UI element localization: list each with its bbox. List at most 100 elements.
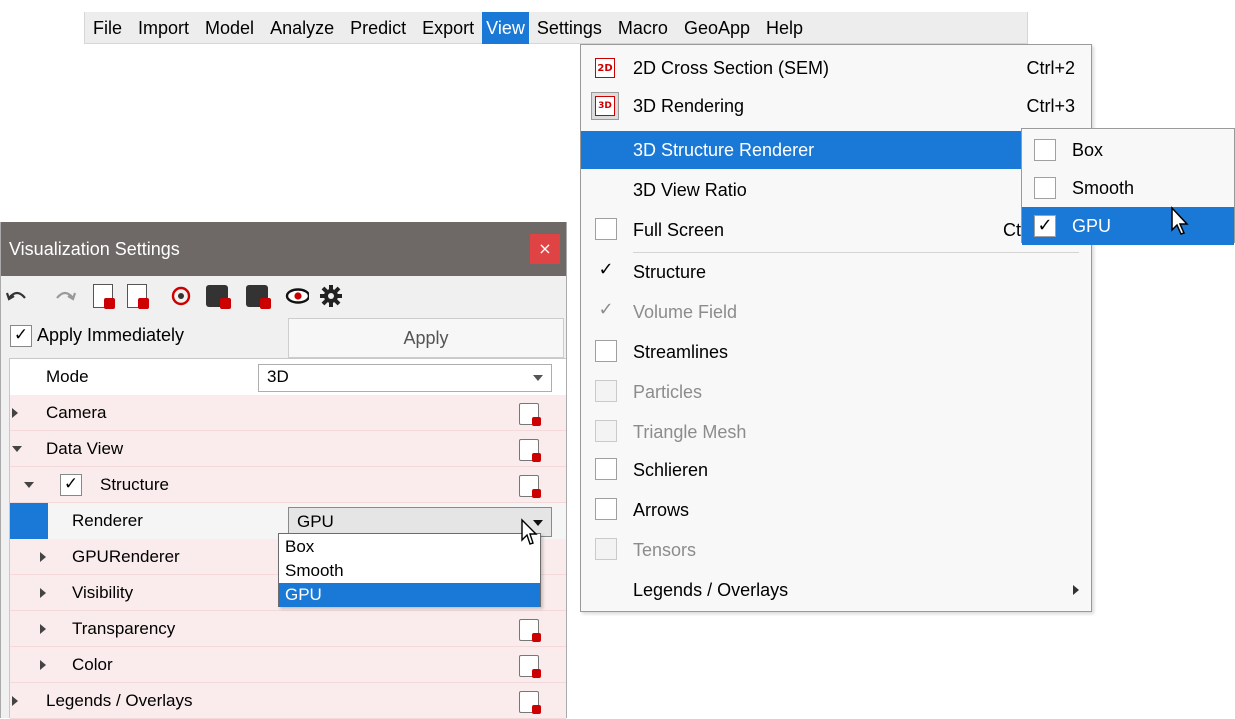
submenu-item-label: Box bbox=[1072, 140, 1104, 160]
submenu-item-label: GPU bbox=[1072, 216, 1112, 236]
particles-checkbox bbox=[595, 380, 617, 402]
expand-arrow-icon[interactable] bbox=[40, 624, 46, 634]
tree-row-data-view[interactable]: Data View bbox=[10, 431, 566, 467]
lock-settings-icon[interactable] bbox=[519, 403, 541, 426]
renderer-option-gpu[interactable]: GPU bbox=[279, 583, 540, 607]
tree-row-mode: Mode 3D bbox=[10, 359, 566, 395]
view-menu-item-arrows[interactable]: Arrows bbox=[581, 491, 1091, 529]
legends-overlays-label: Legends / Overlays bbox=[46, 691, 193, 710]
view-menu-item-triangle-mesh: Triangle Mesh bbox=[581, 413, 1091, 451]
arrows-checkbox[interactable] bbox=[595, 498, 617, 520]
chevron-down-icon bbox=[533, 375, 543, 381]
submenu-item-smooth[interactable]: Smooth bbox=[1022, 169, 1234, 207]
close-button[interactable]: × bbox=[530, 234, 560, 264]
expand-arrow-icon[interactable] bbox=[40, 552, 46, 562]
import-settings-icon[interactable] bbox=[245, 284, 271, 309]
view-menu-item-3d-view-ratio[interactable]: 3D View Ratio bbox=[581, 171, 1091, 209]
view-menu-item-2d-cross-section[interactable]: 2D 2D Cross Section (SEM) Ctrl+2 bbox=[581, 49, 1091, 87]
menu-view[interactable]: View bbox=[482, 11, 529, 44]
expand-arrow-icon[interactable] bbox=[12, 696, 18, 706]
shortcut-label: Ctrl+3 bbox=[1026, 96, 1075, 116]
load-settings-icon[interactable] bbox=[125, 284, 149, 309]
data-view-label: Data View bbox=[46, 439, 124, 458]
renderer-dropdown-list: Box Smooth GPU bbox=[278, 533, 541, 607]
renderer-option-smooth[interactable]: Smooth bbox=[279, 559, 540, 583]
view-menu-item-schlieren[interactable]: Schlieren bbox=[581, 451, 1091, 489]
view-menu-item-label: Streamlines bbox=[633, 342, 729, 362]
menu-model[interactable]: Model bbox=[197, 12, 262, 44]
structure-checkmark[interactable]: ✓ bbox=[595, 260, 617, 282]
2d-cross-section-icon: 2D bbox=[595, 58, 615, 78]
tree-row-color[interactable]: Color bbox=[10, 647, 566, 683]
menu-predict[interactable]: Predict bbox=[342, 12, 414, 44]
tree-row-structure[interactable]: ✓ Structure bbox=[10, 467, 566, 503]
tree-row-transparency[interactable]: Transparency bbox=[10, 611, 566, 647]
collapse-arrow-icon[interactable] bbox=[24, 482, 34, 488]
undo-icon[interactable] bbox=[5, 284, 29, 308]
gpu-checkbox[interactable]: ✓ bbox=[1034, 215, 1056, 237]
view-menu-item-full-screen[interactable]: Full Screen Ct bbox=[581, 211, 1091, 249]
view-menu-item-3d-rendering[interactable]: 3D 3D Rendering Ctrl+3 bbox=[581, 87, 1091, 125]
export-settings-icon[interactable] bbox=[205, 284, 231, 309]
renderer-option-box[interactable]: Box bbox=[279, 535, 540, 559]
menu-import[interactable]: Import bbox=[130, 12, 197, 44]
visibility-label: Visibility bbox=[72, 583, 134, 602]
apply-row: ✓ Apply Immediately Apply bbox=[1, 316, 566, 358]
shortcut-label: Ct bbox=[1003, 220, 1021, 240]
structure-checkbox[interactable]: ✓ bbox=[60, 474, 82, 496]
tree-row-camera[interactable]: Camera bbox=[10, 395, 566, 431]
view-menu-item-label: 2D Cross Section (SEM) bbox=[633, 58, 830, 78]
menu-help[interactable]: Help bbox=[758, 12, 811, 44]
mode-dropdown[interactable]: 3D bbox=[258, 364, 552, 392]
expand-arrow-icon[interactable] bbox=[40, 588, 46, 598]
lock-settings-icon[interactable] bbox=[519, 655, 541, 678]
lock-settings-icon[interactable] bbox=[519, 691, 541, 714]
panel-title-bar[interactable]: Visualization Settings × bbox=[1, 222, 566, 276]
refresh-settings-icon[interactable] bbox=[169, 284, 193, 308]
view-menu-item-streamlines[interactable]: Streamlines bbox=[581, 333, 1091, 371]
mode-label: Mode bbox=[46, 367, 89, 386]
streamlines-checkbox[interactable] bbox=[595, 340, 617, 362]
submenu-item-label: Smooth bbox=[1072, 178, 1135, 198]
eye-icon[interactable] bbox=[285, 284, 309, 308]
save-settings-icon[interactable] bbox=[91, 284, 115, 309]
gear-icon[interactable] bbox=[319, 284, 343, 308]
submenu-item-gpu[interactable]: ✓ GPU bbox=[1022, 207, 1234, 245]
lock-settings-icon[interactable] bbox=[519, 475, 541, 498]
full-screen-checkbox[interactable] bbox=[595, 218, 617, 240]
schlieren-checkbox[interactable] bbox=[595, 458, 617, 480]
volume-field-checkmark: ✓ bbox=[598, 299, 614, 320]
mouse-cursor-icon bbox=[1171, 206, 1189, 235]
box-checkbox[interactable] bbox=[1034, 139, 1056, 161]
menu-macro[interactable]: Macro bbox=[610, 12, 676, 44]
shortcut-label: Ctrl+2 bbox=[1026, 58, 1075, 78]
menu-analyze[interactable]: Analyze bbox=[262, 12, 342, 44]
view-menu-item-tensors: Tensors bbox=[581, 531, 1091, 569]
submenu-item-box[interactable]: Box bbox=[1022, 131, 1234, 169]
view-menu-item-structure[interactable]: ✓ Structure bbox=[581, 253, 1091, 291]
apply-button[interactable]: Apply bbox=[288, 318, 564, 358]
renderer-label: Renderer bbox=[72, 511, 143, 530]
view-menu-item-legends-overlays[interactable]: Legends / Overlays bbox=[581, 571, 1091, 609]
expand-arrow-icon[interactable] bbox=[40, 660, 46, 670]
redo-icon[interactable] bbox=[53, 284, 77, 308]
lock-settings-icon[interactable] bbox=[519, 619, 541, 642]
expand-arrow-icon[interactable] bbox=[12, 408, 18, 418]
view-menu-item-label: Particles bbox=[633, 382, 703, 402]
triangle-mesh-checkbox bbox=[595, 420, 617, 442]
apply-immediately-checkbox[interactable]: ✓ bbox=[10, 325, 32, 347]
menu-export[interactable]: Export bbox=[414, 12, 482, 44]
lock-settings-icon[interactable] bbox=[519, 439, 541, 462]
panel-toolbar bbox=[1, 276, 566, 316]
tree-row-legends-overlays[interactable]: Legends / Overlays bbox=[10, 683, 566, 719]
menu-settings[interactable]: Settings bbox=[529, 12, 610, 44]
menu-file[interactable]: File bbox=[85, 12, 130, 44]
view-menu-item-3d-structure-renderer[interactable]: 3D Structure Renderer bbox=[581, 131, 1091, 169]
visualization-settings-panel: Visualization Settings × ✓ Apply Immedia… bbox=[0, 222, 567, 719]
smooth-checkbox[interactable] bbox=[1034, 177, 1056, 199]
view-menu-item-particles: Particles bbox=[581, 373, 1091, 411]
view-menu-item-label: 3D View Ratio bbox=[633, 180, 747, 200]
view-menu-item-label: Legends / Overlays bbox=[633, 580, 789, 600]
collapse-arrow-icon[interactable] bbox=[12, 446, 22, 452]
menu-geoapp[interactable]: GeoApp bbox=[676, 12, 758, 44]
